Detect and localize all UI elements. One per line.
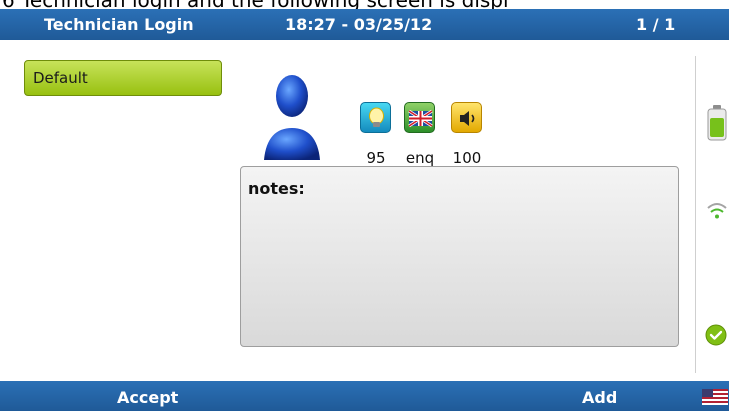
check-icon [705, 324, 727, 346]
notes-field[interactable]: notes: [240, 166, 679, 347]
profile-label: Default [33, 69, 88, 87]
page-indicator: 1 / 1 [636, 15, 676, 34]
volume-value: 100 [452, 149, 482, 167]
brightness-value: 95 [366, 149, 386, 167]
speaker-icon[interactable] [451, 102, 482, 133]
right-divider [695, 56, 696, 373]
uk-flag-icon[interactable] [404, 102, 435, 133]
profile-list-item-default[interactable]: Default [24, 60, 222, 96]
bottom-action-bar: Accept Add [0, 381, 729, 411]
datetime-display: 18:27 - 03/25/12 [285, 15, 433, 34]
notes-label: notes: [248, 179, 305, 198]
wifi-icon [707, 203, 727, 219]
us-flag-icon[interactable] [702, 389, 728, 405]
status-sidebar [700, 56, 729, 373]
add-button[interactable]: Add [582, 388, 617, 407]
accept-button[interactable]: Accept [117, 388, 178, 407]
language-value: enq [405, 149, 435, 167]
status-icons: 95 enq 100 [360, 102, 482, 167]
title-bar: Technician Login 18:27 - 03/25/12 1 / 1 [0, 9, 729, 40]
lightbulb-icon[interactable] [360, 102, 391, 133]
screen-title: Technician Login [44, 15, 194, 34]
battery-icon [707, 105, 727, 141]
user-avatar-icon [264, 75, 320, 160]
technician-login-screen: 6 Technician login and the following scr… [0, 0, 729, 411]
